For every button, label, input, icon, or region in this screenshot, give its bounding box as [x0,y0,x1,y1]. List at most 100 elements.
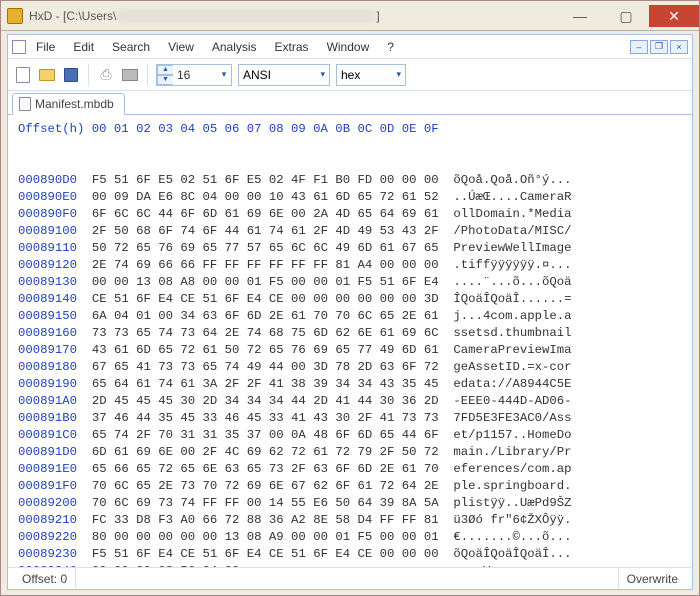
bytes-cell[interactable]: 70 6C 65 2E 73 70 72 69 6E 67 62 6F 61 7… [92,479,439,493]
bytes-cell[interactable]: F5 51 6F E5 02 51 6F E5 02 4F F1 B0 FD 0… [92,173,439,187]
bytes-cell[interactable]: 00 00 13 08 A8 00 00 01 F5 00 00 01 F5 5… [92,275,439,289]
mdi-close-button[interactable]: × [670,40,688,54]
bytes-cell[interactable]: 70 6C 69 73 74 FF FF 00 14 55 E6 50 64 3… [92,496,439,510]
ascii-cell[interactable]: eferences/com.ap [453,462,571,476]
bytes-cell[interactable]: 65 74 2F 70 31 31 35 37 00 0A 48 6F 6D 6… [92,428,439,442]
dropdown-icon[interactable]: ▾ [396,69,401,80]
hex-row[interactable]: 00089170 43 61 6D 65 72 61 50 72 65 76 6… [18,342,682,359]
hex-row[interactable]: 000891C0 65 74 2F 70 31 31 35 37 00 0A 4… [18,427,682,444]
hex-row[interactable]: 00089110 50 72 65 76 69 65 77 57 65 6C 6… [18,240,682,257]
hex-row[interactable]: 000891F0 70 6C 65 2E 73 70 72 69 6E 67 6… [18,478,682,495]
open-disk-icon[interactable] [97,66,115,84]
ascii-cell[interactable]: ....V.. [453,564,505,567]
window-minimize-button[interactable]: — [557,5,603,27]
hex-row[interactable]: 00089140 CE 51 6F E4 CE 51 6F E4 CE 00 0… [18,291,682,308]
ascii-cell[interactable]: ÎQoäÎQoäÎ......= [453,292,571,306]
bytes-cell[interactable]: 2D 45 45 45 30 2D 34 34 34 44 2D 41 44 3… [92,394,439,408]
ascii-cell[interactable]: CameraPreviewIma [453,343,571,357]
hex-row[interactable]: 00089200 70 6C 69 73 74 FF FF 00 14 55 E… [18,495,682,512]
save-file-icon[interactable] [62,66,80,84]
hex-row[interactable]: 000891D0 6D 61 69 6E 00 2F 4C 69 62 72 6… [18,444,682,461]
ascii-cell[interactable]: ollDomain.*Media [453,207,571,221]
file-tab[interactable]: Manifest.mbdb [12,93,125,115]
ascii-cell[interactable]: 7FD5E3FE3AC0/Ass [453,411,571,425]
hex-row[interactable]: 00089100 2F 50 68 6F 74 6F 44 61 74 61 2… [18,223,682,240]
bytes-cell[interactable]: 65 66 65 72 65 6E 63 65 73 2F 63 6F 6D 2… [92,462,439,476]
menu-search[interactable]: Search [104,38,158,56]
bytes-cell[interactable]: 2E 74 69 66 66 FF FF FF FF FF FF 81 A4 0… [92,258,439,272]
ascii-cell[interactable]: .tiffÿÿÿÿÿÿ.¤... [453,258,571,272]
hex-row[interactable]: 00089130 00 00 13 08 A8 00 00 01 F5 00 0… [18,274,682,291]
hex-row[interactable]: 00089160 73 73 65 74 73 64 2E 74 68 75 6… [18,325,682,342]
bytes-cell[interactable]: 80 00 00 00 00 00 13 08 A9 00 00 01 F5 0… [92,530,439,544]
hex-row[interactable]: 00089210 FC 33 D8 F3 A0 66 72 88 36 A2 8… [18,512,682,529]
ascii-cell[interactable]: edata://A8944C5E [453,377,571,391]
open-ram-icon[interactable] [121,66,139,84]
ascii-cell[interactable]: õQoäÎQoäÎQoäÎ... [453,547,571,561]
hex-row[interactable]: 000891B0 37 46 44 35 45 33 46 45 33 41 4… [18,410,682,427]
hex-row[interactable]: 00089190 65 64 61 74 61 3A 2F 2F 41 38 3… [18,376,682,393]
hex-row[interactable]: 000890D0 F5 51 6F E5 02 51 6F E5 02 4F F… [18,172,682,189]
ascii-cell[interactable]: ..ÚæŒ....CameraR [453,190,571,204]
new-file-icon[interactable] [14,66,32,84]
ascii-cell[interactable]: ssetsd.thumbnail [453,326,571,340]
hex-row[interactable]: 00089150 6A 04 01 00 34 63 6F 6D 2E 61 7… [18,308,682,325]
dropdown-icon[interactable]: ▾ [320,69,325,80]
hex-row[interactable]: 00089220 80 00 00 00 00 00 13 08 A9 00 0… [18,529,682,546]
menu-analysis[interactable]: Analysis [204,38,265,56]
menu-help[interactable]: ? [379,38,402,56]
ascii-cell[interactable]: et/p1157..HomeDo [453,428,571,442]
bytes-cell[interactable]: 6A 04 01 00 34 63 6F 6D 2E 61 70 70 6C 6… [92,309,439,323]
bytes-cell[interactable]: FC 33 D8 F3 A0 66 72 88 36 A2 8E 58 D4 F… [92,513,439,527]
bytes-cell[interactable]: 65 64 61 74 61 3A 2F 2F 41 38 39 34 34 4… [92,377,439,391]
bytes-per-row-spinner[interactable]: ▲▼ 16 ▾ [156,64,232,86]
hex-view[interactable]: Offset(h) 00 01 02 03 04 05 06 07 08 09 … [8,115,692,567]
spinner-buttons[interactable]: ▲▼ [157,65,173,85]
hex-row[interactable]: 00089180 67 65 41 73 73 65 74 49 44 00 3… [18,359,682,376]
hex-row[interactable]: 00089230 F5 51 6F E4 CE 51 6F E4 CE 51 6… [18,546,682,563]
number-base-combo[interactable]: hex ▾ [336,64,406,86]
mdi-restore-button[interactable]: ❐ [650,40,668,54]
hex-row[interactable]: 000891E0 65 66 65 72 65 6E 63 65 73 2F 6… [18,461,682,478]
system-menu-icon[interactable] [12,40,26,54]
ascii-cell[interactable]: ple.springboard. [453,479,571,493]
hex-row[interactable]: 00089240 00 00 00 08 56 04 00 ....V.. [18,563,682,567]
ascii-cell[interactable]: geAssetID.=x-cor [453,360,571,374]
bytes-cell[interactable]: 43 61 6D 65 72 61 50 72 65 76 69 65 77 4… [92,343,439,357]
ascii-cell[interactable]: õQoå.Qoå.Oñ°ý... [453,173,571,187]
bytes-cell[interactable]: CE 51 6F E4 CE 51 6F E4 CE 00 00 00 00 0… [92,292,439,306]
bytes-cell[interactable]: F5 51 6F E4 CE 51 6F E4 CE 51 6F E4 CE 0… [92,547,439,561]
menu-extras[interactable]: Extras [267,38,317,56]
bytes-cell[interactable]: 37 46 44 35 45 33 46 45 33 41 43 30 2F 4… [92,411,439,425]
menu-window[interactable]: Window [319,38,378,56]
mdi-minimize-button[interactable]: – [630,40,648,54]
ascii-cell[interactable]: -EEE0-444D-AD06- [453,394,571,408]
ascii-cell[interactable]: €.......©...õ... [453,530,571,544]
ascii-cell[interactable]: PreviewWellImage [453,241,571,255]
hex-row[interactable]: 000891A0 2D 45 45 45 30 2D 34 34 34 44 2… [18,393,682,410]
hex-row[interactable]: 000890F0 6F 6C 6C 44 6F 6D 61 69 6E 00 2… [18,206,682,223]
menu-edit[interactable]: Edit [65,38,102,56]
bytes-cell[interactable]: 50 72 65 76 69 65 77 57 65 6C 6C 49 6D 6… [92,241,439,255]
window-close-button[interactable]: ✕ [649,5,699,27]
open-file-icon[interactable] [38,66,56,84]
charset-combo[interactable]: ANSI ▾ [238,64,330,86]
ascii-cell[interactable]: plistÿÿ..UæPd9ŠZ [453,496,571,510]
bytes-cell[interactable]: 00 09 DA E6 8C 04 00 00 10 43 61 6D 65 7… [92,190,439,204]
ascii-cell[interactable]: ....¨...õ...õQoä [453,275,571,289]
bytes-cell[interactable]: 2F 50 68 6F 74 6F 44 61 74 61 2F 4D 49 5… [92,224,439,238]
ascii-cell[interactable]: j...4com.apple.a [453,309,571,323]
menu-file[interactable]: File [28,38,63,56]
bytes-cell[interactable]: 73 73 65 74 73 64 2E 74 68 75 6D 62 6E 6… [92,326,439,340]
bytes-cell[interactable]: 67 65 41 73 73 65 74 49 44 00 3D 78 2D 6… [92,360,439,374]
hex-row[interactable]: 00089120 2E 74 69 66 66 FF FF FF FF FF F… [18,257,682,274]
ascii-cell[interactable]: ü3Øó fr"6¢ŽXÔÿÿ. [453,513,571,527]
dropdown-icon[interactable]: ▾ [217,69,231,80]
menu-view[interactable]: View [160,38,202,56]
bytes-cell[interactable]: 6F 6C 6C 44 6F 6D 61 69 6E 00 2A 4D 65 6… [92,207,439,221]
ascii-cell[interactable]: main./Library/Pr [453,445,571,459]
bytes-cell[interactable]: 00 00 00 08 56 04 00 [92,564,439,567]
ascii-cell[interactable]: /PhotoData/MISC/ [453,224,571,238]
bytes-cell[interactable]: 6D 61 69 6E 00 2F 4C 69 62 72 61 72 79 2… [92,445,439,459]
window-maximize-button[interactable]: ▢ [603,5,649,27]
